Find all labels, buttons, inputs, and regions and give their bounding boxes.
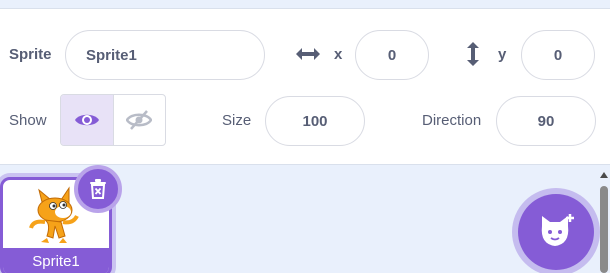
y-position-field[interactable]: 0 (521, 30, 595, 80)
show-button[interactable] (61, 95, 114, 145)
sprite-label: Sprite (9, 46, 52, 63)
scroll-thumb[interactable] (600, 186, 608, 273)
sprite-name-label: Sprite1 (3, 248, 109, 273)
choose-sprite-button[interactable] (518, 194, 594, 270)
sprite-info-panel: Sprite Sprite1 x 0 y 0 Show Size 100 Dir… (0, 8, 610, 165)
trash-icon (89, 179, 107, 199)
hide-button[interactable] (114, 95, 166, 145)
arrow-left-right-icon (294, 45, 322, 63)
direction-label: Direction (422, 112, 482, 129)
delete-sprite-button[interactable] (74, 165, 122, 213)
size-field[interactable]: 100 (265, 96, 365, 146)
x-label: x (334, 46, 343, 63)
top-strip (0, 0, 610, 8)
size-label: Size (222, 112, 252, 129)
y-label: y (498, 46, 507, 63)
visibility-toggle (60, 94, 166, 146)
cat-add-icon (536, 214, 576, 250)
direction-field[interactable]: 90 (496, 96, 596, 146)
x-position-field[interactable]: 0 (355, 30, 429, 80)
sprite-name-field[interactable]: Sprite1 (65, 30, 265, 80)
sprite-list-scrollbar[interactable] (598, 172, 610, 273)
eye-icon (74, 111, 100, 129)
show-label: Show (9, 112, 47, 129)
eye-slash-icon (126, 109, 153, 131)
arrow-up-down-icon (464, 40, 482, 68)
scroll-up-arrow[interactable] (600, 172, 608, 178)
